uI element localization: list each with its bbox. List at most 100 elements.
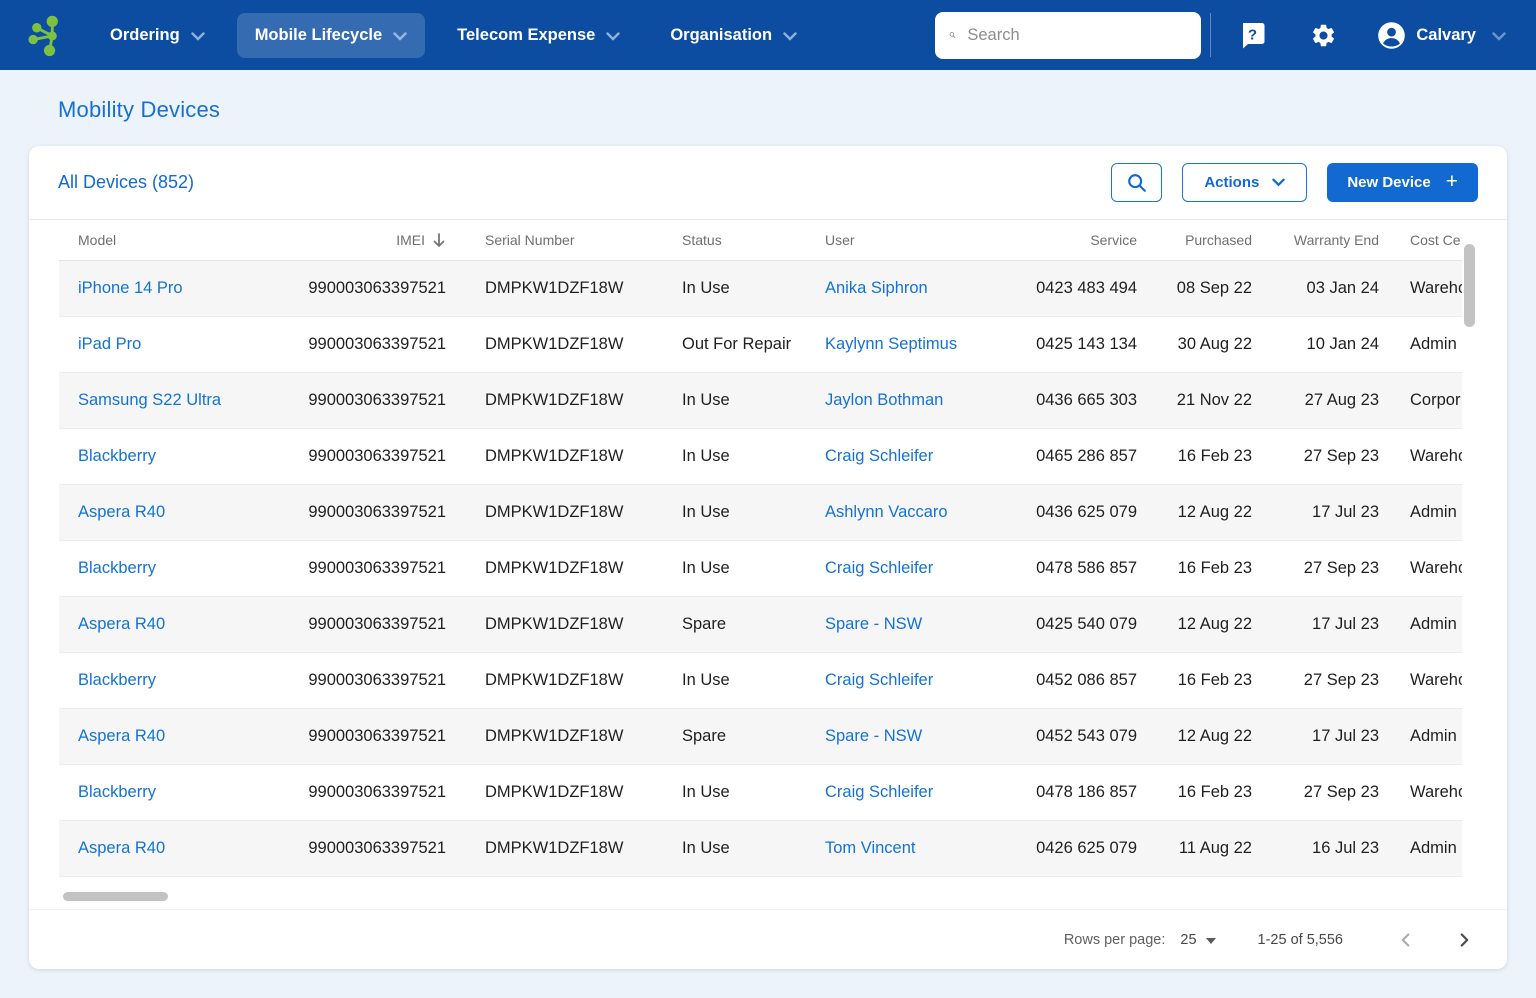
rows-per-page-label: Rows per page: [1063,931,1166,948]
column-header-service[interactable]: Service [1030,232,1137,248]
table-search-button[interactable] [1111,163,1163,202]
nav-item-ordering[interactable]: Ordering [92,13,223,58]
column-header-model[interactable]: Model [59,232,279,248]
actions-button[interactable]: Actions [1182,163,1308,202]
chevron-down-icon [393,31,407,41]
device-model-link[interactable]: Blackberry [78,671,156,689]
device-user-link[interactable]: Kaylynn Septimus [825,335,957,353]
device-purchased-date: 12 Aug 22 [1177,503,1252,521]
device-service: 0478 586 857 [1036,559,1137,577]
device-user-link[interactable]: Anika Siphron [825,279,928,297]
device-user-link[interactable]: Tom Vincent [825,839,916,857]
device-model-link[interactable]: Aspera R40 [78,615,165,633]
device-imei: 990003063397521 [308,391,446,409]
device-user-link[interactable]: Craig Schleifer [825,447,933,465]
column-header-serial[interactable]: Serial Number [446,232,680,248]
column-header-user[interactable]: User [825,232,1030,248]
navbar-right-section: ? Calvary [935,11,1506,59]
device-user-link[interactable]: Spare - NSW [825,615,922,633]
navbar-divider [1210,13,1212,57]
vertical-scrollbar-thumb[interactable] [1464,244,1475,327]
device-model-link[interactable]: iPhone 14 Pro [78,279,183,297]
device-model-link[interactable]: iPad Pro [78,335,141,353]
table-row: iPad Pro 990003063397521 DMPKW1DZF18W Ou… [59,317,1462,373]
device-cost-centre: Wareho [1410,783,1462,801]
nav-item-label: Ordering [110,25,180,44]
device-purchased-date: 16 Feb 23 [1177,671,1252,689]
device-service: 0426 625 079 [1036,839,1137,857]
horizontal-scrollbar-thumb[interactable] [63,892,168,901]
caret-down-icon [1205,937,1216,944]
device-service: 0423 483 494 [1036,279,1137,297]
app-logo-icon[interactable] [24,13,66,57]
new-device-button[interactable]: New Device + [1327,163,1478,202]
device-user-link[interactable]: Ashlynn Vaccaro [825,503,948,521]
previous-page-button[interactable] [1395,929,1417,951]
global-search[interactable] [935,11,1202,59]
device-model-link[interactable]: Blackberry [78,447,156,465]
user-menu[interactable]: Calvary [1377,21,1506,50]
help-button[interactable]: ? [1239,21,1266,49]
search-input[interactable] [967,25,1188,45]
device-cost-centre: Corpor [1410,391,1461,409]
settings-button[interactable] [1310,22,1337,49]
device-cost-centre: Wareho [1410,447,1462,465]
column-header-purchased[interactable]: Purchased [1137,232,1252,248]
device-status: Spare [682,727,727,745]
column-header-status[interactable]: Status [680,232,825,248]
device-user-link[interactable]: Craig Schleifer [825,671,933,689]
column-header-imei[interactable]: IMEI [279,232,446,248]
nav-item-label: Organisation [670,25,773,44]
device-warranty-end: 27 Sep 23 [1303,559,1379,577]
device-model-link[interactable]: Aspera R40 [78,839,165,857]
device-purchased-date: 12 Aug 22 [1177,615,1252,633]
column-header-cost-centre[interactable]: Cost Ce [1379,232,1462,248]
device-model-link[interactable]: Blackberry [78,559,156,577]
device-user-link[interactable]: Craig Schleifer [825,783,933,801]
device-warranty-end: 17 Jul 23 [1312,727,1379,745]
chevron-down-icon [1272,178,1286,187]
device-warranty-end: 10 Jan 24 [1306,335,1379,353]
card-header-actions: Actions New Device + [1111,163,1478,202]
device-serial-number: DMPKW1DZF18W [485,671,624,689]
chevron-right-icon [1460,932,1469,947]
device-user-link[interactable]: Craig Schleifer [825,559,933,577]
next-page-button[interactable] [1453,929,1475,951]
column-header-warranty-end[interactable]: Warranty End [1252,232,1379,248]
rows-per-page-select[interactable]: 25 [1180,932,1216,948]
device-imei: 990003063397521 [308,279,446,297]
chevron-down-icon [190,31,205,41]
device-cost-centre: Admin [1410,727,1457,745]
table-row: Blackberry 990003063397521 DMPKW1DZF18W … [59,765,1462,821]
device-model-link[interactable]: Aspera R40 [78,727,165,745]
sort-descending-icon [433,232,445,247]
nav-item-label: Mobile Lifecycle [254,25,383,44]
svg-text:?: ? [1248,27,1257,44]
device-purchased-date: 30 Aug 22 [1177,335,1252,353]
nav-item-telecom-expense[interactable]: Telecom Expense [439,13,638,58]
device-model-link[interactable]: Samsung S22 Ultra [78,391,221,409]
device-warranty-end: 03 Jan 24 [1306,279,1379,297]
device-model-link[interactable]: Blackberry [78,783,156,801]
all-devices-link[interactable]: All Devices (852) [58,172,194,193]
device-cost-centre: Admin [1410,839,1457,857]
device-user-link[interactable]: Jaylon Bothman [825,391,943,409]
actions-button-label: Actions [1204,174,1260,191]
device-imei: 990003063397521 [308,671,446,689]
device-warranty-end: 17 Jul 23 [1312,615,1379,633]
device-service: 0478 186 857 [1036,783,1137,801]
device-warranty-end: 27 Sep 23 [1303,671,1379,689]
nav-item-organisation[interactable]: Organisation [652,13,815,58]
vertical-scrollbar[interactable] [1464,238,1475,886]
device-cost-centre: Wareho [1410,671,1462,689]
nav-item-mobile-lifecycle[interactable]: Mobile Lifecycle [236,12,426,58]
device-cost-centre: Wareho [1410,559,1462,577]
device-cost-centre: Admin [1410,335,1457,353]
device-serial-number: DMPKW1DZF18W [485,615,624,633]
device-imei: 990003063397521 [308,839,446,857]
device-model-link[interactable]: Aspera R40 [78,503,165,521]
device-status: In Use [682,839,730,857]
device-imei: 990003063397521 [308,503,446,521]
device-user-link[interactable]: Spare - NSW [825,727,922,745]
device-purchased-date: 21 Nov 22 [1176,391,1252,409]
